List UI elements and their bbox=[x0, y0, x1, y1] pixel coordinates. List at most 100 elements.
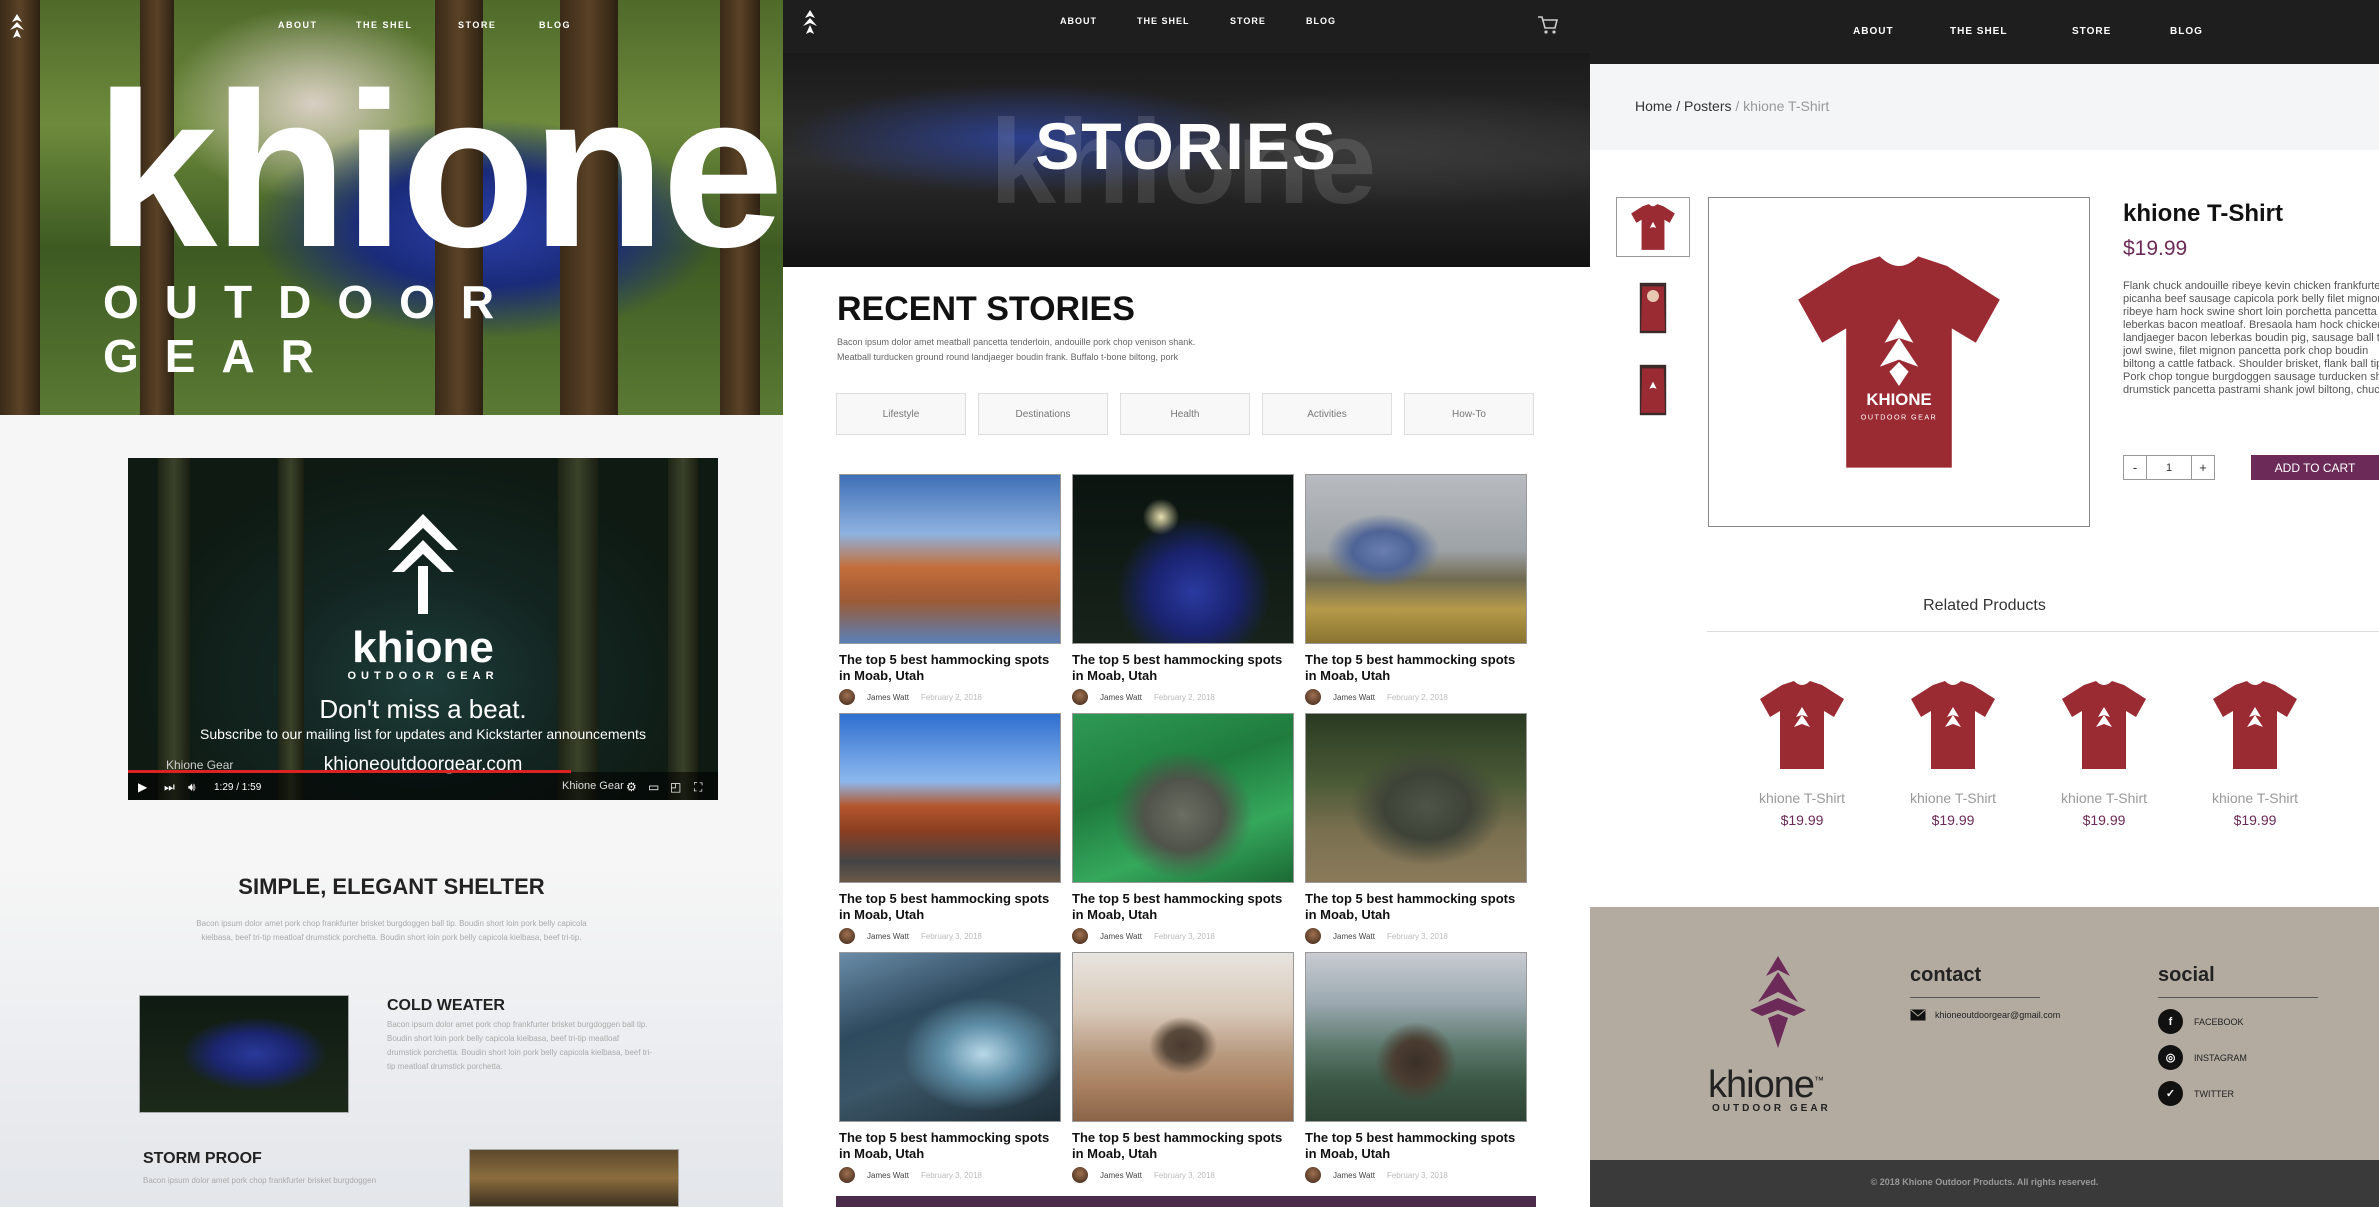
nav-about[interactable]: ABOUT bbox=[278, 20, 318, 30]
story-title-line[interactable]: The top 5 best hammocking spots bbox=[839, 891, 1061, 907]
tshirt-icon[interactable] bbox=[1903, 675, 2003, 775]
story-title-line[interactable]: The top 5 best hammocking spots bbox=[1305, 652, 1527, 668]
social-facebook-label[interactable]: FACEBOOK bbox=[2194, 1017, 2244, 1027]
tshirt-icon[interactable] bbox=[1752, 675, 1852, 775]
story-title-line[interactable]: The top 5 best hammocking spots bbox=[1305, 891, 1527, 907]
skip-next-icon[interactable]: ⏭ bbox=[164, 780, 175, 795]
story-title-line[interactable]: in Moab, Utah bbox=[1305, 668, 1527, 684]
related-product-card[interactable]: khione T-Shirt $19.99 bbox=[2049, 675, 2159, 828]
nav-about[interactable]: ABOUT bbox=[1853, 26, 1894, 37]
story-title-line[interactable]: The top 5 best hammocking spots bbox=[1072, 891, 1294, 907]
story-title-line[interactable]: in Moab, Utah bbox=[839, 907, 1061, 923]
related-product-card[interactable]: khione T-Shirt $19.99 bbox=[1898, 675, 2008, 828]
story-image-night-hammock[interactable] bbox=[1072, 474, 1294, 644]
related-product-name[interactable]: khione T-Shirt bbox=[2049, 790, 2159, 806]
story-title[interactable]: The top 5 best hammocking spots in Moab, … bbox=[1305, 652, 1527, 684]
nav-about[interactable]: ABOUT bbox=[1060, 16, 1097, 26]
social-instagram[interactable]: ◎ INSTAGRAM bbox=[2158, 1045, 2247, 1070]
category-destinations[interactable]: Destinations bbox=[978, 393, 1108, 435]
story-title-line[interactable]: in Moab, Utah bbox=[1072, 907, 1294, 923]
khione-logo-icon[interactable] bbox=[799, 8, 821, 36]
thumbnail-back[interactable] bbox=[1616, 278, 1690, 338]
quantity-decrease-button[interactable]: - bbox=[2123, 455, 2147, 480]
social-twitter-label[interactable]: TWITTER bbox=[2194, 1089, 2234, 1099]
fullscreen-icon[interactable]: ⛶ bbox=[694, 780, 702, 795]
thumbnail-front[interactable] bbox=[1616, 197, 1690, 257]
facebook-icon[interactable]: f bbox=[2158, 1009, 2183, 1034]
category-lifestyle[interactable]: Lifestyle bbox=[836, 393, 966, 435]
related-product-card[interactable]: khione T-Shirt $19.99 bbox=[1747, 675, 1857, 828]
social-twitter[interactable]: ✓ TWITTER bbox=[2158, 1081, 2234, 1106]
instagram-icon[interactable]: ◎ bbox=[2158, 1045, 2183, 1070]
category-health[interactable]: Health bbox=[1120, 393, 1250, 435]
quantity-increase-button[interactable]: + bbox=[2191, 455, 2215, 480]
category-how-to[interactable]: How-To bbox=[1404, 393, 1534, 435]
social-instagram-label[interactable]: INSTAGRAM bbox=[2194, 1053, 2247, 1063]
nav-store[interactable]: STORE bbox=[458, 20, 496, 30]
story-image-fjord[interactable] bbox=[839, 952, 1061, 1122]
story-card[interactable]: The top 5 best hammocking spots in Moab, … bbox=[1072, 952, 1294, 1183]
play-icon[interactable]: ▶ bbox=[138, 780, 147, 794]
story-title[interactable]: The top 5 best hammocking spots in Moab, … bbox=[839, 1130, 1061, 1162]
story-title[interactable]: The top 5 best hammocking spots in Moab, … bbox=[839, 652, 1061, 684]
tshirt-icon[interactable] bbox=[2054, 675, 2154, 775]
story-title-line[interactable]: The top 5 best hammocking spots bbox=[1305, 1130, 1527, 1146]
subtitles-icon[interactable]: ▭ bbox=[648, 780, 659, 794]
story-card[interactable]: The top 5 best hammocking spots in Moab, … bbox=[1305, 952, 1527, 1183]
thumbnail-model[interactable] bbox=[1616, 360, 1690, 420]
contact-email[interactable]: khioneoutdoorgear@gmail.com bbox=[1910, 1009, 2060, 1021]
story-title[interactable]: The top 5 best hammocking spots in Moab, … bbox=[839, 891, 1061, 923]
story-title-line[interactable]: in Moab, Utah bbox=[1305, 1146, 1527, 1162]
story-title[interactable]: The top 5 best hammocking spots in Moab, … bbox=[1072, 1130, 1294, 1162]
quantity-input[interactable]: 1 bbox=[2146, 455, 2192, 480]
social-facebook[interactable]: f FACEBOOK bbox=[2158, 1009, 2244, 1034]
nav-the-shel[interactable]: THE SHEL bbox=[1950, 26, 2007, 37]
story-card[interactable]: The top 5 best hammocking spots in Moab, … bbox=[1305, 713, 1527, 944]
twitter-icon[interactable]: ✓ bbox=[2158, 1081, 2183, 1106]
story-card[interactable]: The top 5 best hammocking spots in Moab, … bbox=[839, 952, 1061, 1183]
story-title-line[interactable]: The top 5 best hammocking spots bbox=[1072, 652, 1294, 668]
promo-video-player[interactable]: khione OUTDOOR GEAR Don't miss a beat. S… bbox=[128, 458, 718, 800]
nav-blog[interactable]: BLOG bbox=[1306, 16, 1336, 26]
story-title-line[interactable]: The top 5 best hammocking spots bbox=[1072, 1130, 1294, 1146]
story-title-line[interactable]: in Moab, Utah bbox=[839, 1146, 1061, 1162]
story-image-dinosaur-statue[interactable] bbox=[1305, 713, 1527, 883]
product-main-image[interactable]: KHIONE OUTDOOR GEAR bbox=[1708, 197, 2090, 527]
story-card[interactable]: The top 5 best hammocking spots in Moab, … bbox=[839, 713, 1061, 944]
story-card[interactable]: The top 5 best hammocking spots in Moab, … bbox=[1305, 474, 1527, 705]
nav-the-shel[interactable]: THE SHEL bbox=[1137, 16, 1190, 26]
nav-store[interactable]: STORE bbox=[2072, 26, 2111, 37]
story-title-line[interactable]: The top 5 best hammocking spots bbox=[839, 652, 1061, 668]
khione-logo-icon[interactable] bbox=[6, 12, 28, 40]
story-title-line[interactable]: The top 5 best hammocking spots bbox=[839, 1130, 1061, 1146]
cart-icon[interactable] bbox=[1537, 15, 1559, 35]
contact-email-text[interactable]: khioneoutdoorgear@gmail.com bbox=[1935, 1010, 2060, 1020]
add-to-cart-button[interactable]: ADD TO CART bbox=[2251, 455, 2379, 480]
tshirt-icon[interactable] bbox=[2205, 675, 2305, 775]
related-product-name[interactable]: khione T-Shirt bbox=[2200, 790, 2310, 806]
settings-icon[interactable]: ⚙ bbox=[626, 780, 637, 794]
story-image-sitting-woman[interactable] bbox=[1072, 952, 1294, 1122]
story-title[interactable]: The top 5 best hammocking spots in Moab, … bbox=[1305, 891, 1527, 923]
story-card[interactable]: The top 5 best hammocking spots in Moab, … bbox=[1072, 713, 1294, 944]
story-image-hiker-hood[interactable] bbox=[1305, 474, 1527, 644]
story-title-line[interactable]: in Moab, Utah bbox=[1072, 1146, 1294, 1162]
story-title-line[interactable]: in Moab, Utah bbox=[1072, 668, 1294, 684]
story-image-delicate-arch[interactable] bbox=[839, 474, 1061, 644]
story-image-desert-road[interactable] bbox=[839, 713, 1061, 883]
story-image-hiker-backpack[interactable] bbox=[1305, 952, 1527, 1122]
breadcrumb-posters[interactable]: Posters bbox=[1684, 98, 1731, 114]
volume-icon[interactable]: 🔊︎ bbox=[188, 780, 196, 795]
related-product-card[interactable]: khione T-Shirt $19.99 bbox=[2200, 675, 2310, 828]
story-title-line[interactable]: in Moab, Utah bbox=[839, 668, 1061, 684]
story-title[interactable]: The top 5 best hammocking spots in Moab, … bbox=[1072, 891, 1294, 923]
related-product-name[interactable]: khione T-Shirt bbox=[1898, 790, 2008, 806]
story-card[interactable]: The top 5 best hammocking spots in Moab, … bbox=[1072, 474, 1294, 705]
story-title[interactable]: The top 5 best hammocking spots in Moab, … bbox=[1072, 652, 1294, 684]
story-title[interactable]: The top 5 best hammocking spots in Moab, … bbox=[1305, 1130, 1527, 1162]
related-product-name[interactable]: khione T-Shirt bbox=[1747, 790, 1857, 806]
story-title-line[interactable]: in Moab, Utah bbox=[1305, 907, 1527, 923]
breadcrumb-home[interactable]: Home bbox=[1635, 98, 1672, 114]
nav-the-shel[interactable]: THE SHEL bbox=[356, 20, 413, 30]
story-card[interactable]: The top 5 best hammocking spots in Moab, … bbox=[839, 474, 1061, 705]
